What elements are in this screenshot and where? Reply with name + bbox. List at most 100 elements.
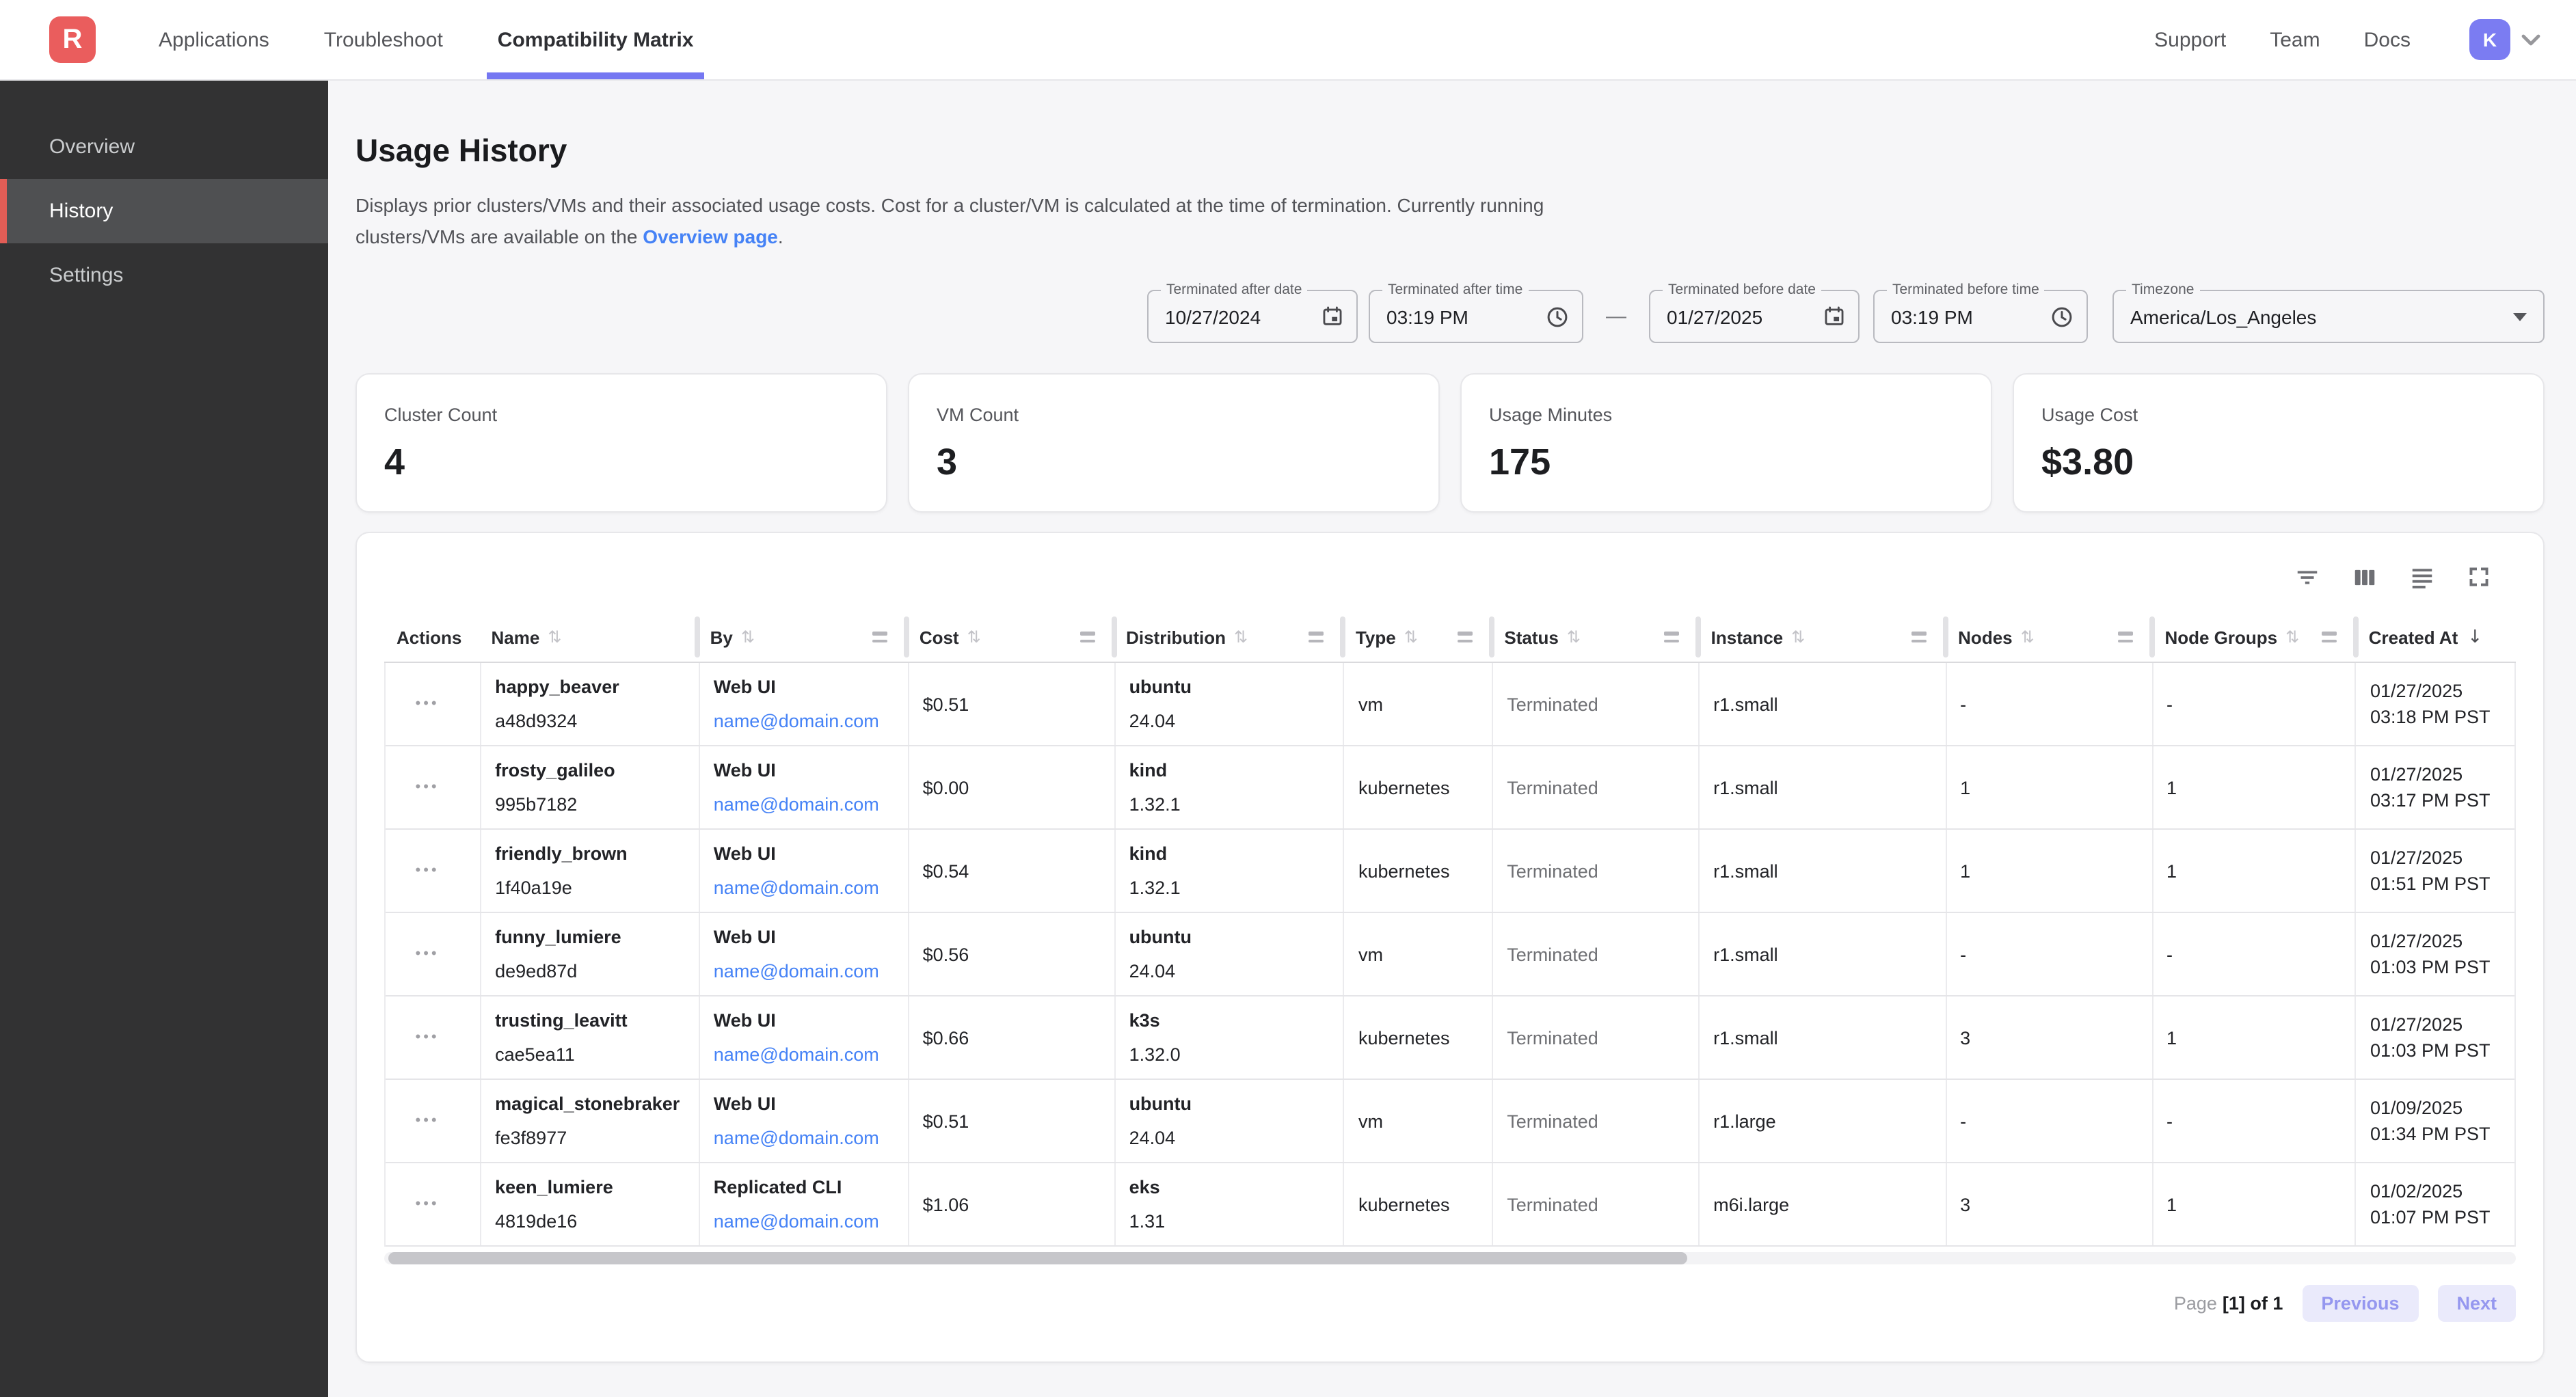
by-source: Web UI	[714, 1007, 897, 1033]
sort-icon[interactable]: ⇅	[2285, 627, 2299, 647]
status-value: Terminated	[1507, 1025, 1687, 1050]
nav-item-troubleshoot[interactable]: Troubleshoot	[297, 0, 470, 79]
sort-icon[interactable]: ⇅	[741, 627, 755, 647]
sort-icon[interactable]: ⇅	[2021, 627, 2035, 647]
cost-value: $0.00	[923, 774, 1103, 800]
sidebar-item-settings[interactable]: Settings	[0, 243, 328, 308]
by-email-link[interactable]: name@domain.com	[714, 791, 897, 817]
calendar-icon[interactable]	[1321, 305, 1344, 328]
cell-nodes: 1	[1945, 830, 2151, 912]
overview-page-link[interactable]: Overview page	[643, 226, 778, 247]
terminated-before-time-input[interactable]: Terminated before time 03:19 PM	[1873, 290, 2088, 343]
row-actions-button[interactable]: •••	[416, 696, 440, 712]
chevron-down-icon[interactable]	[2521, 33, 2540, 46]
terminated-after-date-value[interactable]: 10/27/2024	[1165, 306, 1313, 327]
column-menu-icon[interactable]	[1079, 632, 1095, 642]
table-column-header[interactable]: By ⇅	[698, 612, 907, 662]
sort-icon[interactable]: ⇅	[1567, 627, 1581, 647]
cluster-name: trusting_leavitt	[495, 1007, 688, 1033]
nav-link-support[interactable]: Support	[2154, 28, 2226, 51]
user-avatar[interactable]: K	[2469, 19, 2510, 60]
type-value: vm	[1358, 691, 1481, 717]
by-email-link[interactable]: name@domain.com	[714, 1208, 897, 1234]
nav-link-team[interactable]: Team	[2270, 28, 2320, 51]
nav-item-compatibility-matrix[interactable]: Compatibility Matrix	[470, 0, 721, 79]
row-actions-button[interactable]: •••	[416, 779, 440, 796]
cell-cost: $0.54	[908, 830, 1114, 912]
column-menu-icon[interactable]	[1665, 632, 1680, 642]
terminated-before-time-value[interactable]: 03:19 PM	[1891, 306, 2041, 327]
table-column-header[interactable]: Instance ⇅	[1699, 612, 1946, 662]
sort-icon[interactable]: ⇅	[1791, 627, 1805, 647]
terminated-before-date-label: Terminated before date	[1663, 282, 1821, 298]
horizontal-scrollbar	[384, 1252, 2516, 1264]
table-column-header[interactable]: Nodes ⇅	[1946, 612, 2152, 662]
filter-icon[interactable]	[2294, 564, 2320, 590]
type-value: kubernetes	[1358, 1025, 1481, 1050]
table-column-header[interactable]: Node Groups ⇅	[2152, 612, 2356, 662]
clock-icon[interactable]	[2050, 304, 2074, 329]
timezone-select[interactable]: Timezone America/Los_Angeles	[2112, 290, 2545, 343]
table-body: ••• happy_beaver a48d9324 Web UI name@do…	[384, 663, 2516, 1247]
table-column-header[interactable]: Actions	[384, 612, 479, 662]
terminated-before-date-value[interactable]: 01/27/2025	[1667, 306, 1814, 327]
terminated-after-time-value[interactable]: 03:19 PM	[1386, 306, 1537, 327]
previous-button[interactable]: Previous	[2302, 1285, 2418, 1322]
sort-icon[interactable]: ⇅	[967, 627, 981, 647]
row-actions-button[interactable]: •••	[416, 946, 440, 962]
cell-status: Terminated	[1492, 913, 1698, 995]
by-email-link[interactable]: name@domain.com	[714, 875, 897, 901]
column-menu-icon[interactable]	[873, 632, 888, 642]
select-arrow-icon[interactable]	[2513, 312, 2531, 321]
distribution-name: k3s	[1129, 1007, 1332, 1033]
cell-cost: $0.56	[908, 913, 1114, 995]
nav-link-docs[interactable]: Docs	[2364, 28, 2411, 51]
by-email-link[interactable]: name@domain.com	[714, 958, 897, 984]
column-menu-icon[interactable]	[1911, 632, 1927, 642]
table-column-header[interactable]: Status ⇅	[1492, 612, 1698, 662]
column-menu-icon[interactable]	[1309, 632, 1324, 642]
next-button[interactable]: Next	[2437, 1285, 2516, 1322]
sort-icon[interactable]: ⇅	[1234, 627, 1248, 647]
column-menu-icon[interactable]	[2118, 632, 2133, 642]
table-column-header[interactable]: Name ⇅	[479, 612, 698, 662]
sort-icon[interactable]: ⇅	[548, 627, 561, 647]
row-actions-button[interactable]: •••	[416, 1113, 440, 1129]
by-email-link[interactable]: name@domain.com	[714, 1042, 897, 1068]
row-actions-button[interactable]: •••	[416, 1196, 440, 1212]
cell-nodes: -	[1945, 1080, 2151, 1162]
table-column-header[interactable]: Distribution ⇅	[1114, 612, 1343, 662]
table-column-header[interactable]: Cost ⇅	[907, 612, 1114, 662]
timezone-value[interactable]: America/Los_Angeles	[2130, 306, 2505, 327]
stat-value: 3	[937, 442, 1411, 484]
cell-node-groups: -	[2151, 913, 2355, 995]
sidebar-item-history[interactable]: History	[0, 179, 328, 243]
by-email-link[interactable]: name@domain.com	[714, 708, 897, 734]
terminated-before-date-input[interactable]: Terminated before date 01/27/2025	[1649, 290, 1860, 343]
sort-icon[interactable]: ⇅	[1404, 627, 1418, 647]
sidebar-item-overview[interactable]: Overview	[0, 115, 328, 179]
column-menu-icon[interactable]	[2322, 632, 2337, 642]
calendar-icon[interactable]	[1823, 305, 1846, 328]
columns-icon[interactable]	[2352, 564, 2378, 590]
scrollbar-thumb[interactable]	[388, 1252, 1687, 1264]
table-column-header[interactable]: Type ⇅	[1343, 612, 1492, 662]
cost-value: $0.51	[923, 1108, 1103, 1134]
fullscreen-icon[interactable]	[2467, 565, 2491, 589]
clock-icon[interactable]	[1545, 304, 1570, 329]
nav-item-applications[interactable]: Applications	[131, 0, 297, 79]
cell-name: trusting_leavitt cae5ea11	[480, 996, 699, 1079]
table-column-header[interactable]: Created At ↓	[2357, 612, 2516, 662]
brand-logo[interactable]: R	[49, 16, 96, 63]
cost-value: $0.66	[923, 1025, 1103, 1050]
by-email-link[interactable]: name@domain.com	[714, 1125, 897, 1151]
sort-icon[interactable]: ↓	[2467, 627, 2482, 647]
cell-instance: r1.small	[1698, 830, 1945, 912]
created-time: 01:51 PM PST	[2370, 871, 2504, 897]
terminated-after-date-input[interactable]: Terminated after date 10/27/2024	[1147, 290, 1358, 343]
density-icon[interactable]	[2409, 564, 2435, 590]
row-actions-button[interactable]: •••	[416, 1029, 440, 1046]
row-actions-button[interactable]: •••	[416, 863, 440, 879]
terminated-after-time-input[interactable]: Terminated after time 03:19 PM	[1369, 290, 1583, 343]
column-menu-icon[interactable]	[1458, 632, 1473, 642]
